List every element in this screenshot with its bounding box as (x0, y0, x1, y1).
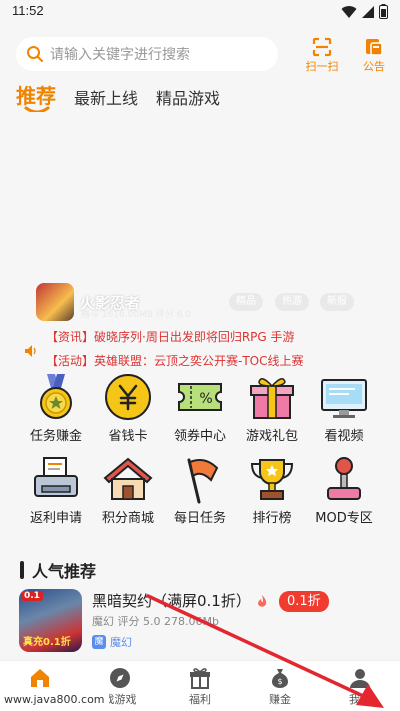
search-placeholder: 请输入关键字进行搜索 (50, 47, 190, 63)
joystick-icon (327, 457, 361, 500)
grid-item-label: 省钱卡 (108, 429, 148, 444)
game-card-meta: 魔幻 评分 5.0 278.06Mb (92, 615, 219, 628)
search-icon (27, 46, 43, 62)
svg-text:%: % (199, 391, 212, 407)
grid-item-game-gift[interactable]: 游戏礼包 (236, 372, 308, 444)
tab-bar: 推荐 最新上线 精品游戏 (16, 80, 238, 114)
grid-item-label: 游戏礼包 (245, 429, 298, 444)
battery-icon (379, 4, 388, 19)
compass-icon (110, 668, 130, 688)
user-icon (350, 669, 370, 688)
nav-label: 福利 (189, 693, 211, 706)
tab-latest[interactable]: 最新上线 (74, 85, 138, 109)
banner-tag: 精品 (229, 293, 263, 311)
watermark: www.java800.com (0, 692, 109, 707)
monitor-icon (321, 379, 367, 418)
tab-recommend[interactable]: 推荐 (16, 80, 56, 114)
banner-tag: 新服 (320, 293, 354, 311)
coupon-icon: % (178, 383, 222, 411)
grid-item-points-mall[interactable]: 积分商城 (92, 454, 164, 526)
grid-item-label: MOD专区 (315, 511, 373, 526)
fire-icon (258, 595, 267, 607)
game-card-icon-text: 真充0.1折 (23, 637, 71, 648)
news-item[interactable]: 【资讯】破晓序列·周日出发即将回归RPG 手游 (46, 328, 295, 345)
gift-icon (190, 668, 210, 689)
section-title: 人气推荐 (20, 558, 96, 582)
signal-icon (362, 5, 374, 18)
scan-icon (312, 37, 332, 57)
tag-badge: 魔 (92, 635, 106, 649)
house-icon (103, 457, 153, 500)
scan-button[interactable]: 扫一扫 (302, 37, 342, 74)
grid-item-label: 排行榜 (252, 511, 292, 526)
grid-item-mod-zone[interactable]: MOD专区 (308, 454, 380, 526)
grid-item-label: 积分商城 (101, 511, 154, 526)
tab-featured[interactable]: 精品游戏 (156, 85, 220, 109)
grid-item-label: 返利申请 (29, 511, 82, 526)
nav-welfare[interactable]: 福利 (160, 661, 240, 711)
game-card-icon-corner: 0.1 (21, 591, 43, 601)
yen-coin-icon (105, 374, 151, 420)
search-input[interactable]: 请输入关键字进行搜索 (16, 37, 278, 71)
notice-button[interactable]: 公告 (354, 37, 394, 74)
grid-item-label: 每日任务 (173, 511, 226, 526)
discount-badge: 0.1折 (279, 591, 329, 612)
tab-label: 精品游戏 (156, 89, 221, 108)
gift-box-icon (250, 378, 294, 419)
nav-mine[interactable]: 我的 (320, 661, 400, 711)
banner-tag: 热游 (275, 293, 309, 311)
section-title-bar (20, 561, 24, 579)
news-item[interactable]: 【活动】英雄联盟：云顶之奕公开赛-TOC线上赛 (46, 352, 304, 368)
game-card-icon[interactable]: 0.1 真充0.1折 (19, 589, 82, 652)
banner-game-icon (36, 283, 74, 321)
notice-icon (366, 39, 383, 56)
game-card-tag: 魔 魔幻 (92, 634, 132, 650)
notice-label: 公告 (363, 60, 385, 73)
tab-label: 最新上线 (74, 89, 139, 108)
nav-label: 我的 (349, 693, 371, 706)
tag-label: 魔幻 (110, 636, 132, 649)
status-time: 11:52 (12, 3, 44, 18)
grid-item-coupon-center[interactable]: % 领券中心 (164, 372, 236, 444)
grid-item-label: 任务赚金 (29, 429, 82, 444)
grid-item-rebate-apply[interactable]: 返利申请 (20, 454, 92, 526)
svg-text:$: $ (277, 677, 282, 686)
nav-earn[interactable]: $ 赚金 (240, 661, 320, 711)
home-icon (31, 669, 49, 687)
nav-label: 赚金 (269, 693, 291, 706)
flag-icon (187, 458, 219, 504)
speaker-icon (25, 345, 36, 357)
grid-item-label: 看视频 (324, 429, 364, 444)
scan-label: 扫一扫 (305, 60, 339, 73)
printer-icon (34, 457, 78, 497)
grid-item-task-earn[interactable]: 任务赚金 (20, 372, 92, 444)
section-title-text: 人气推荐 (32, 562, 97, 581)
status-bar: 11:52 (0, 0, 400, 24)
grid-item-watch-video[interactable]: 看视频 (308, 372, 380, 444)
news-ticker[interactable]: 【资讯】破晓序列·周日出发即将回归RPG 手游 【活动】英雄联盟：云顶之奕公开赛… (20, 318, 390, 368)
tab-label: 推荐 (16, 84, 56, 108)
wifi-icon (341, 5, 357, 18)
medal-icon (40, 374, 72, 419)
grid-item-label: 领券中心 (173, 429, 226, 444)
game-card-title[interactable]: 黑暗契约（满屏0.1折） (92, 590, 251, 611)
grid-item-saving-card[interactable]: 省钱卡 (92, 372, 164, 444)
coin-bag-icon: $ (272, 669, 288, 688)
trophy-icon (250, 459, 294, 500)
grid-item-daily-task[interactable]: 每日任务 (164, 454, 236, 526)
grid-item-leaderboard[interactable]: 排行榜 (236, 454, 308, 526)
